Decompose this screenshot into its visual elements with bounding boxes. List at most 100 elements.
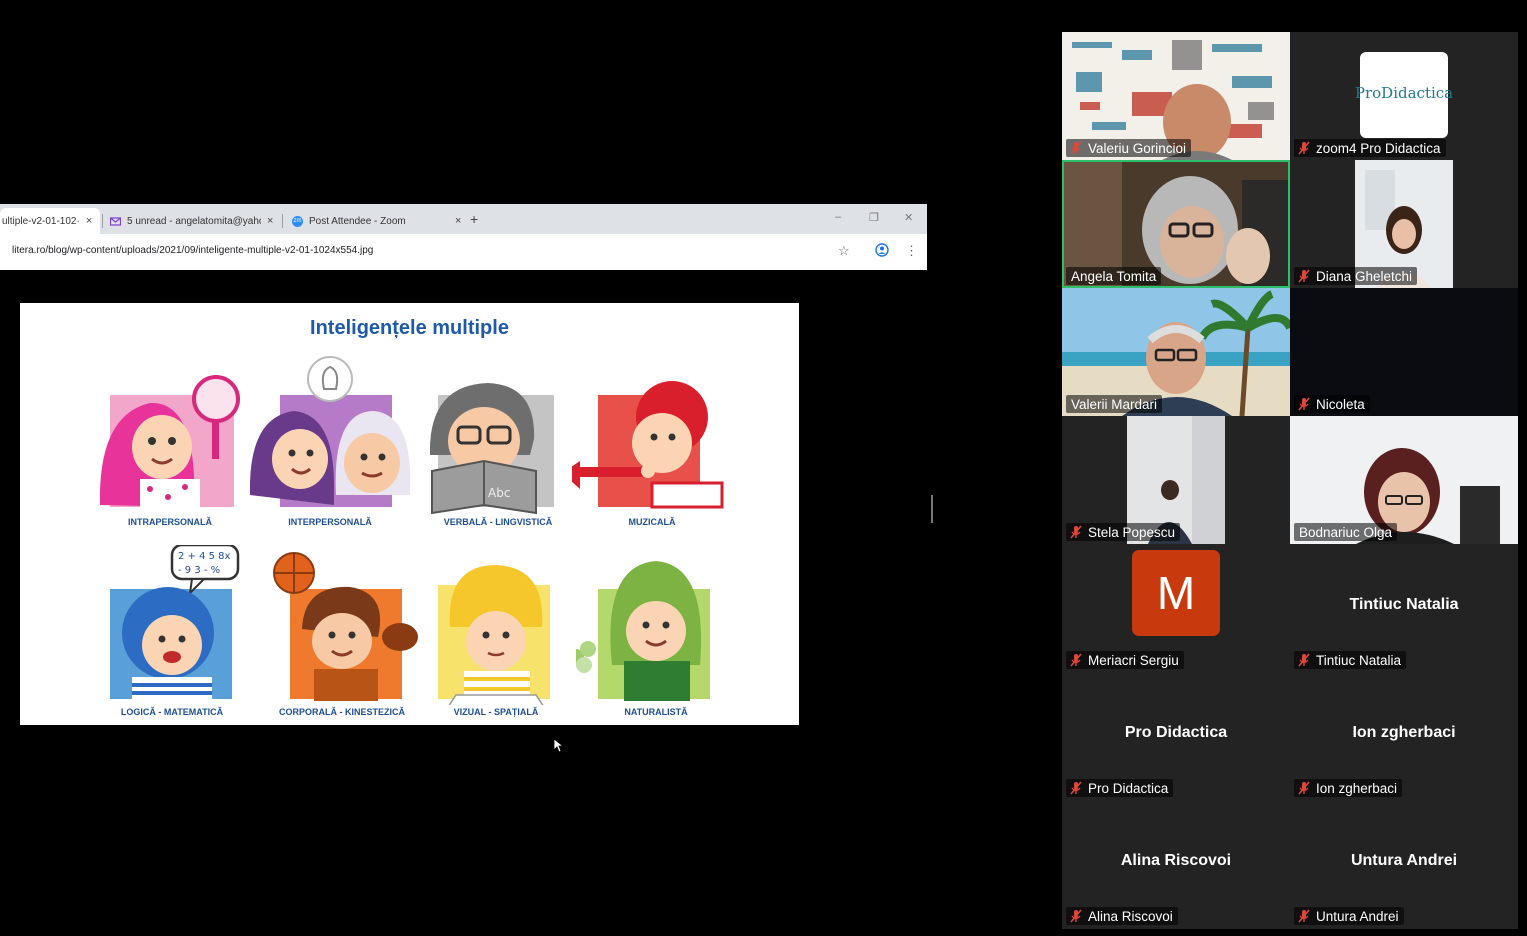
- intelligence-label: NATURALISTĂ: [624, 707, 688, 717]
- muted-mic-icon: [1298, 781, 1310, 795]
- participant-display-name: Ion zgherbaci: [1352, 724, 1456, 741]
- participant-name: Diana Gheletchi: [1316, 268, 1413, 284]
- tab-label: 5 unread - angelatomita@yaho: [127, 215, 261, 227]
- muted-mic-icon: [1298, 397, 1310, 411]
- participant-nameplate: Angela Tomita: [1066, 267, 1162, 285]
- intelligence-label: LOGICĂ - MATEMATICĂ: [120, 707, 224, 717]
- two-friends-illustration: [249, 356, 411, 507]
- participant-name: Ion zgherbaci: [1316, 780, 1398, 796]
- tab-label: Post Attendee - Zoom: [309, 215, 406, 227]
- participant-name: Stela Popescu: [1088, 524, 1176, 540]
- participant-name: Alina Riscovoi: [1088, 908, 1173, 924]
- participant-nameplate: Diana Gheletchi: [1294, 267, 1418, 285]
- participant-nameplate: Stela Popescu: [1066, 523, 1181, 541]
- muted-mic-icon: [1070, 141, 1082, 155]
- participant-nameplate: Alina Riscovoi: [1066, 907, 1178, 925]
- intelligence-label: MUZICALĂ: [628, 517, 676, 527]
- girl-drawing-illustration: [438, 565, 550, 708]
- close-window-button[interactable]: ✕: [904, 211, 913, 224]
- tab-separator: [282, 214, 283, 228]
- muted-mic-icon: [1298, 269, 1310, 283]
- girl-mirror-illustration: [99, 375, 240, 509]
- restore-button[interactable]: ❐: [869, 211, 879, 224]
- participant-name: Valerii Mardari: [1071, 396, 1158, 412]
- intelligence-label: VERBALĂ - LINGVISTICĂ: [443, 517, 553, 527]
- participant-nameplate: Bodnariuc Olga: [1294, 523, 1398, 541]
- pro-didactica-logo: ProDidactica: [1355, 84, 1453, 102]
- intelligence-verbal-linguistic: Abc VERBALĂ - LINGVISTICĂ: [418, 355, 578, 555]
- child-math-illustration: 2 + 4 5 8x - 9 3 - %: [110, 543, 240, 699]
- boy-reading-illustration: Abc: [429, 383, 554, 515]
- address-bar[interactable]: litera.ro/blog/wp-content/uploads/2021/0…: [0, 234, 927, 270]
- participant-tile[interactable]: Bodnariuc Olga: [1290, 416, 1518, 544]
- participant-tile[interactable]: Alina Riscovoi Alina Riscovoi: [1062, 800, 1290, 928]
- intelligence-bodily-kinesthetic: CORPORALĂ - KINESTEZICĂ: [262, 545, 422, 745]
- profile-icon[interactable]: [875, 243, 889, 260]
- boy-ball-illustration: [273, 552, 418, 701]
- zoom-icon: zm: [292, 215, 303, 227]
- participant-name: Untura Andrei: [1316, 908, 1399, 924]
- participant-tile-active-speaker[interactable]: Angela Tomita: [1062, 160, 1290, 288]
- intelligence-logical-mathematical: 2 + 4 5 8x - 9 3 - % LOGICĂ - MATEMATICĂ: [92, 543, 252, 745]
- participant-name: Bodnariuc Olga: [1299, 524, 1393, 540]
- math-bubble-line-2: - 9 3 - %: [178, 565, 220, 576]
- girl-flowers-illustration: [568, 561, 710, 701]
- participant-nameplate: zoom4 Pro Didactica: [1294, 139, 1446, 157]
- muted-mic-icon: [1298, 909, 1310, 923]
- tab-separator: [102, 214, 103, 228]
- menu-icon[interactable]: ⋮: [905, 243, 918, 259]
- participant-tile[interactable]: Ion zgherbaci Ion zgherbaci: [1290, 672, 1518, 800]
- participant-nameplate: Untura Andrei: [1294, 907, 1404, 925]
- intelligence-label: CORPORALĂ - KINESTEZICĂ: [279, 707, 405, 717]
- participant-tile[interactable]: Valeriu Gorincioi: [1062, 32, 1290, 160]
- participant-tile[interactable]: ProDidactica zoom4 Pro Didactica: [1290, 32, 1518, 160]
- intelligence-musical: MUZICALĂ: [562, 355, 732, 555]
- tab-label: ultiple-v2-01-102·: [2, 215, 80, 227]
- mail-icon: [109, 216, 122, 227]
- intelligence-label: VIZUAL - SPAȚIALĂ: [453, 707, 539, 717]
- slide-title: Inteligențele multiple: [310, 317, 509, 339]
- participant-tile[interactable]: Tintiuc Natalia Tintiuc Natalia: [1290, 544, 1518, 672]
- avatar: M: [1132, 550, 1220, 636]
- tab-mail[interactable]: 5 unread - angelatomita@yaho ×: [106, 208, 280, 234]
- participant-name: Meriacri Sergiu: [1088, 652, 1179, 668]
- participant-display-name: Tintiuc Natalia: [1349, 596, 1459, 613]
- participant-name: Nicoleta: [1316, 396, 1365, 412]
- participant-tile[interactable]: M Meriacri Sergiu: [1062, 544, 1290, 672]
- muted-mic-icon: [1070, 653, 1082, 667]
- multiple-intelligences-image: Inteligențele multiple INTRAPERSONALĂ IN…: [20, 303, 799, 725]
- participant-tile[interactable]: Stela Popescu: [1062, 416, 1290, 544]
- new-tab-button[interactable]: +: [470, 211, 478, 227]
- participant-nameplate: Valerii Mardari: [1066, 395, 1163, 413]
- participant-display-name: Pro Didactica: [1124, 724, 1228, 741]
- url-text[interactable]: litera.ro/blog/wp-content/uploads/2021/0…: [12, 245, 373, 256]
- close-icon[interactable]: ×: [267, 215, 273, 227]
- participant-tile[interactable]: Pro Didactica Pro Didactica: [1062, 672, 1290, 800]
- star-icon[interactable]: ☆: [838, 243, 850, 259]
- split-divider[interactable]: [931, 495, 933, 523]
- tab-zoom[interactable]: zm Post Attendee - Zoom ×: [288, 208, 462, 234]
- participant-nameplate: Valeriu Gorincioi: [1066, 139, 1192, 157]
- participant-name: Angela Tomita: [1071, 268, 1157, 284]
- participant-nameplate: Meriacri Sergiu: [1066, 651, 1184, 669]
- minimize-button[interactable]: –: [835, 211, 841, 223]
- muted-mic-icon: [1070, 909, 1082, 923]
- participant-name: Pro Didactica: [1088, 780, 1169, 796]
- book-text: Abc: [488, 486, 510, 500]
- close-icon[interactable]: ×: [86, 215, 92, 227]
- participant-nameplate: Ion zgherbaci: [1294, 779, 1403, 797]
- muted-mic-icon: [1070, 781, 1082, 795]
- shared-browser-window: ultiple-v2-01-102· × 5 unread - angelato…: [0, 204, 927, 270]
- mouse-cursor-icon: [553, 738, 565, 758]
- muted-mic-icon: [1298, 141, 1310, 155]
- participant-tile[interactable]: Untura Andrei Untura Andrei: [1290, 800, 1518, 928]
- participant-tile[interactable]: Valerii Mardari: [1062, 288, 1290, 416]
- participant-tile[interactable]: Nicoleta: [1290, 288, 1518, 416]
- participant-nameplate: Tintiuc Natalia: [1294, 651, 1407, 669]
- participant-name: Valeriu Gorincioi: [1088, 140, 1187, 156]
- intelligence-interpersonal: INTERPERSONALĂ: [249, 355, 411, 555]
- intelligence-naturalistic: NATURALISTĂ: [568, 545, 736, 745]
- tab-image[interactable]: ultiple-v2-01-102· ×: [0, 208, 100, 234]
- close-icon[interactable]: ×: [455, 215, 461, 227]
- participant-tile[interactable]: Diana Gheletchi: [1290, 160, 1518, 288]
